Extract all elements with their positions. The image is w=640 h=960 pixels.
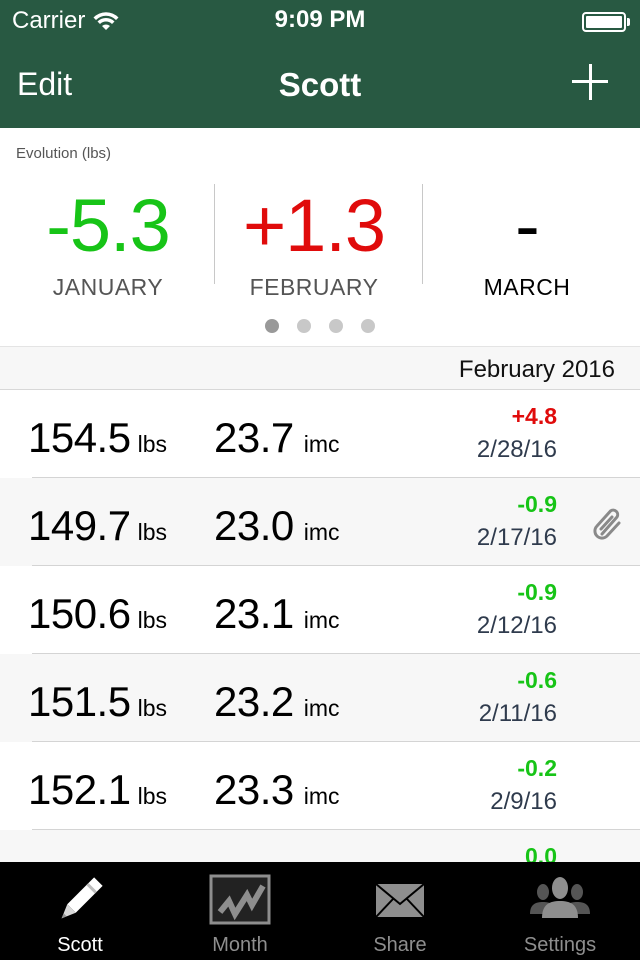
entries-list[interactable]: 154.5 lbs 23.7 imc +4.8 2/28/16 149.7 lb… xyxy=(0,390,640,862)
list-item[interactable]: 152.3 lbs 23.4 imc 0.0 2/8/16 xyxy=(0,830,640,862)
tab-label: Share xyxy=(373,934,427,956)
tab-label: Settings xyxy=(523,934,597,956)
tab-settings[interactable]: Settings xyxy=(480,862,640,960)
list-item[interactable]: 150.6 lbs 23.1 imc -0.9 2/12/16 xyxy=(0,566,640,654)
section-header: February 2016 xyxy=(0,346,640,390)
page-dot[interactable] xyxy=(265,319,279,333)
bmi: 23.0 imc xyxy=(214,502,340,550)
evolution-month-label: FEBRUARY xyxy=(249,274,379,300)
status-bar: Carrier 9:09 PM xyxy=(0,0,640,40)
page-dot[interactable] xyxy=(297,319,311,333)
paperclip-icon[interactable] xyxy=(590,506,626,542)
bmi-value: 23.4 xyxy=(214,854,294,862)
weight-value: 149.7 xyxy=(27,502,131,549)
page-dot[interactable] xyxy=(361,319,375,333)
edit-button[interactable]: Edit xyxy=(17,66,72,103)
bmi-unit: imc xyxy=(303,783,340,809)
entry-date: 2/11/16 xyxy=(478,700,557,727)
pencil-icon xyxy=(61,877,103,919)
weight-change: 0.0 xyxy=(525,843,557,862)
weight: 152.3 lbs xyxy=(28,854,167,862)
evolution-panel[interactable]: Evolution (lbs) -5.3 JANUARY +1.3 FEBRUA… xyxy=(0,128,640,346)
evolution-value: - xyxy=(515,184,540,267)
weight-unit: lbs xyxy=(137,431,167,457)
status-time: 9:09 PM xyxy=(274,6,366,33)
header: Carrier 9:09 PM Edit Scott xyxy=(0,0,640,128)
bmi: 23.1 imc xyxy=(214,590,340,638)
weight: 150.6 lbs xyxy=(28,590,167,638)
entry-date: 2/12/16 xyxy=(476,612,557,639)
bmi-value: 23.1 xyxy=(214,590,294,637)
nav-bar: Edit Scott xyxy=(0,40,640,128)
weight-value: 152.3 xyxy=(28,854,131,862)
entry-date: 2/17/16 xyxy=(476,524,557,551)
bmi-unit: imc xyxy=(303,607,340,633)
evolution-month-march: - MARCH xyxy=(427,180,627,301)
evolution-month-february: +1.3 FEBRUARY xyxy=(214,180,414,301)
tab-share[interactable]: Share xyxy=(320,862,480,960)
bmi-unit: imc xyxy=(303,431,340,457)
weight-unit: lbs xyxy=(137,783,167,809)
bmi: 23.4 imc xyxy=(214,854,340,862)
weight-change: -0.6 xyxy=(517,667,557,693)
weight: 154.5 lbs xyxy=(28,414,167,462)
weight-change: -0.9 xyxy=(517,491,557,517)
list-item[interactable]: 149.7 lbs 23.0 imc -0.9 2/17/16 xyxy=(0,478,640,566)
evolution-month-january: -5.3 JANUARY xyxy=(8,180,208,301)
envelope-icon xyxy=(375,883,425,918)
list-item[interactable]: 151.5 lbs 23.2 imc -0.6 2/11/16 xyxy=(0,654,640,742)
divider xyxy=(422,184,423,284)
list-item[interactable]: 152.1 lbs 23.3 imc -0.2 2/9/16 xyxy=(0,742,640,830)
bmi-unit: imc xyxy=(303,519,340,545)
weight-unit: lbs xyxy=(137,519,167,545)
bmi-value: 23.7 xyxy=(214,414,294,461)
users-icon xyxy=(530,877,590,918)
page-control[interactable] xyxy=(0,319,640,333)
tab-scott[interactable]: Scott xyxy=(0,862,160,960)
bmi-value: 23.0 xyxy=(214,502,294,549)
weight-change: +4.8 xyxy=(511,403,557,429)
tab-label: Month xyxy=(212,934,268,956)
page-dot[interactable] xyxy=(329,319,343,333)
weight: 152.1 lbs xyxy=(28,766,167,814)
bmi-value: 23.2 xyxy=(214,678,294,725)
weight-change: -0.2 xyxy=(517,755,557,781)
entry-date: 2/9/16 xyxy=(490,788,557,815)
tab-month[interactable]: Month xyxy=(160,862,320,960)
weight: 149.7 lbs xyxy=(28,502,167,550)
evolution-label: Evolution (lbs) xyxy=(16,145,112,162)
add-entry-button[interactable] xyxy=(570,62,610,102)
chart-icon xyxy=(209,874,271,925)
bmi-unit: imc xyxy=(303,695,340,721)
weight-value: 152.1 xyxy=(27,766,131,813)
evolution-month-label: JANUARY xyxy=(52,274,164,300)
bmi: 23.7 imc xyxy=(214,414,340,462)
evolution-value: +1.3 xyxy=(242,184,386,267)
entry-date: 2/28/16 xyxy=(476,436,557,463)
bmi: 23.2 imc xyxy=(214,678,340,726)
page-title: Scott xyxy=(278,66,362,103)
section-title: February 2016 xyxy=(458,356,615,383)
bmi-value: 23.3 xyxy=(214,766,294,813)
weight-value: 154.5 xyxy=(27,414,131,461)
weight-unit: lbs xyxy=(137,695,167,721)
evolution-value: -5.3 xyxy=(46,184,171,267)
weight: 151.5 lbs xyxy=(28,678,167,726)
tab-label: Scott xyxy=(57,934,103,956)
weight-unit: lbs xyxy=(137,607,167,633)
weight-change: -0.9 xyxy=(517,579,557,605)
weight-value: 151.5 xyxy=(27,678,131,725)
tab-bar: Scott Month Share Settings xyxy=(0,862,640,960)
evolution-month-label: MARCH xyxy=(483,274,571,300)
bmi: 23.3 imc xyxy=(214,766,340,814)
list-item[interactable]: 154.5 lbs 23.7 imc +4.8 2/28/16 xyxy=(0,390,640,478)
weight-value: 150.6 xyxy=(27,590,131,637)
battery-icon xyxy=(582,12,630,32)
